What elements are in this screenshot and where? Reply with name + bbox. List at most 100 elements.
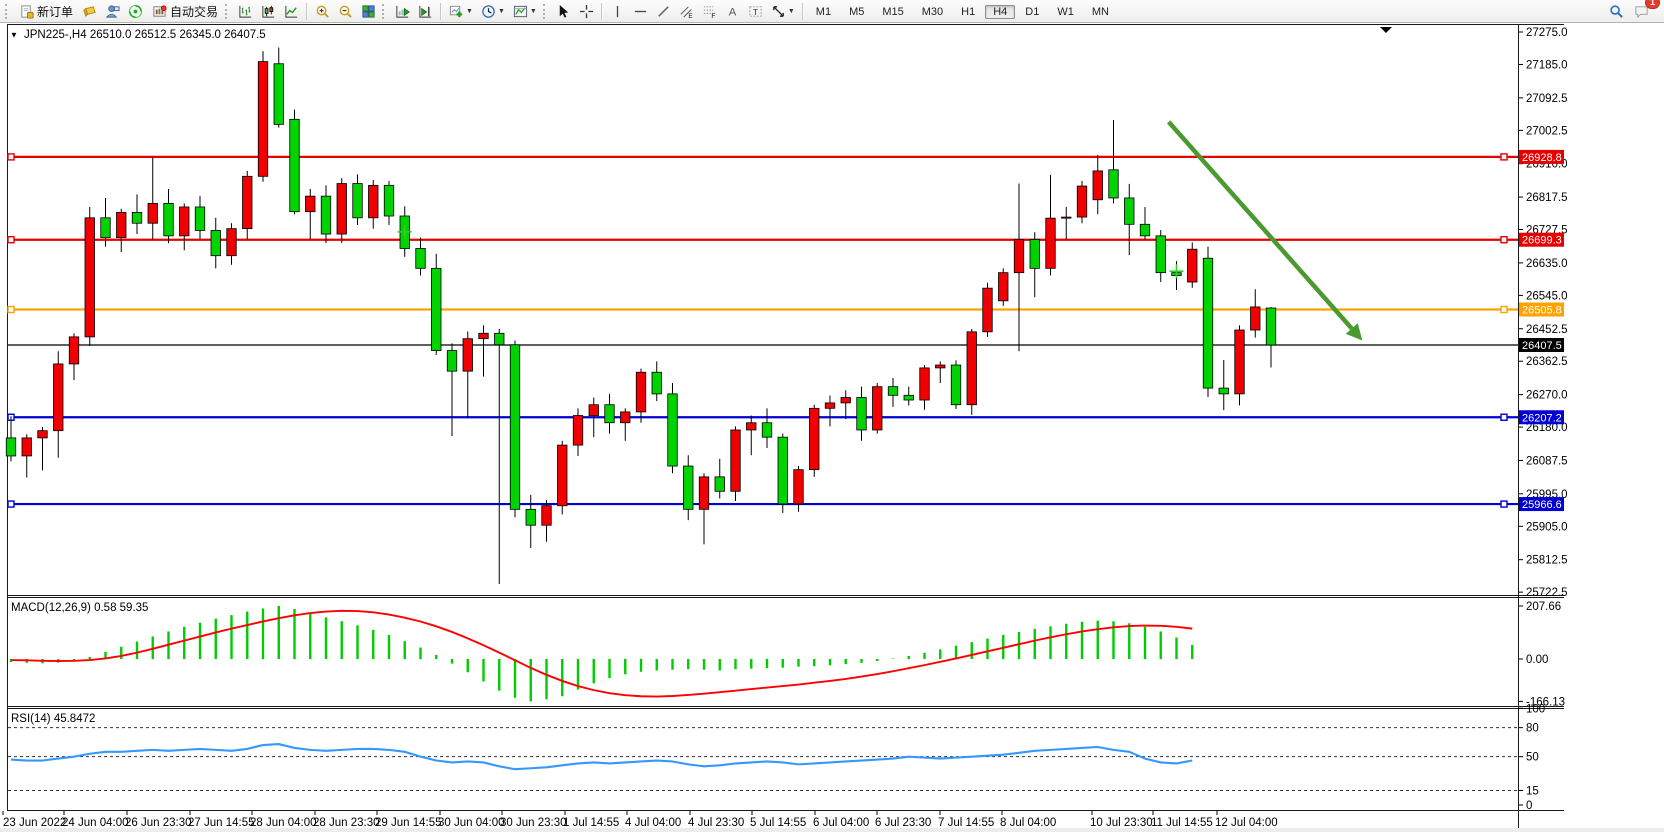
fibonacci-tool-button[interactable]: F [698,0,721,23]
periods-button[interactable]: ▼ [477,0,509,23]
svg-text:26407.5: 26407.5 [1522,340,1562,352]
candle-body [1014,239,1024,272]
one-click-trading-toggle[interactable]: ▼ [10,31,18,40]
auto-scroll-button[interactable] [391,0,414,23]
timeframe-button-m1[interactable]: M1 [808,5,839,19]
dropdown-caret: ▼ [498,8,505,15]
candle-body [195,207,205,230]
dropdown-caret: ▼ [466,8,473,15]
line-handle[interactable] [8,237,14,243]
community-button[interactable] [101,0,124,23]
candle-body [936,365,946,368]
toolbar-grip [5,4,12,19]
candle-body [873,387,883,430]
horizontal-line-tool-button[interactable] [629,0,652,23]
tile-windows-button[interactable] [357,0,380,23]
chart-canvas[interactable]: 27275.027185.027092.527002.526910.026817… [0,22,1664,832]
svg-text:26699.3: 26699.3 [1522,235,1562,247]
line-handle[interactable] [1501,501,1507,507]
market-depth-button[interactable] [78,0,101,23]
svg-text:80: 80 [1526,723,1539,735]
svg-text:0.00: 0.00 [1526,654,1548,666]
notifications-button[interactable]: 1 [1630,0,1653,23]
autotrading-button[interactable]: 自动交易 [147,0,223,23]
candle-body [558,445,568,506]
candle-body [1093,171,1103,200]
candle-body [605,405,615,423]
line-handle[interactable] [1501,154,1507,160]
zoom-in-button[interactable] [311,0,334,23]
timeframe-button-h4[interactable]: H4 [985,5,1015,19]
autotrading-icon [152,4,167,19]
line-chart-mode-button[interactable] [280,0,303,23]
svg-text:100: 100 [1526,703,1545,715]
timeframe-button-d1[interactable]: D1 [1017,5,1047,19]
candle-body [747,423,757,430]
line-handle[interactable] [1501,307,1507,313]
toolbar-grip [543,4,550,19]
rsi-label: RSI(14) 45.8472 [11,713,95,725]
community-person-icon [105,4,120,19]
candle-body [920,368,930,400]
timeframe-button-m5[interactable]: M5 [841,5,872,19]
price-label-box: 26928.8 [1519,150,1564,164]
candle-body [542,506,552,525]
candle-body [1109,170,1119,198]
toolbar-separator [440,3,442,20]
equidistant-channel-tool-button[interactable]: E [675,0,698,23]
bar-chart-mode-button[interactable] [234,0,257,23]
price-label-box: 26505.8 [1519,303,1564,317]
toolbar-grip [382,4,389,19]
toolbar-grip [225,4,232,19]
candle-body [148,203,158,223]
candle-body [369,185,379,217]
price-label-box: 26407.5 [1519,338,1564,352]
timeframe-button-w1[interactable]: W1 [1049,5,1082,19]
candle-body [573,416,583,446]
line-handle[interactable] [1501,414,1507,420]
candle-body [699,477,709,509]
svg-text:T: T [753,6,758,16]
timeframe-button-h1[interactable]: H1 [953,5,983,19]
crosshair-tool-button[interactable] [575,0,598,23]
timeframe-button-m30[interactable]: M30 [914,5,951,19]
fibonacci-icon: F [702,4,717,19]
candle-body [1030,239,1040,268]
candle-body [101,218,111,238]
chart-window[interactable]: 27275.027185.027092.527002.526910.026817… [0,22,1664,832]
candle-body [432,268,442,350]
line-handle[interactable] [8,307,14,313]
candle-chart-mode-button[interactable] [257,0,280,23]
zoom-out-button[interactable] [334,0,357,23]
cursor-tool-button[interactable] [552,0,575,23]
candle-body [227,229,237,256]
candle-body [668,394,678,466]
text-icon: A [725,4,740,19]
text-tool-button[interactable]: A [721,0,744,23]
candle-body [778,437,788,504]
timeframe-button-mn[interactable]: MN [1084,5,1117,19]
vertical-line-tool-button[interactable] [606,0,629,23]
candle-body [762,423,772,437]
trendline-tool-button[interactable] [652,0,675,23]
timeframe-button-m15[interactable]: M15 [874,5,911,19]
candle-body [463,339,473,371]
line-handle[interactable] [1501,237,1507,243]
notification-badge: 1 [1645,0,1660,9]
main-toolbar: 新订单 自动交易 [0,0,1664,23]
price-tick-label: 26362.5 [1526,356,1568,368]
arrows-tool-button[interactable]: ▼ [767,0,799,23]
new-order-button[interactable]: 新订单 [14,0,78,23]
symbol-search-button[interactable] [1605,0,1628,23]
templates-button[interactable]: ▼ [509,0,541,23]
candle-body [1188,249,1198,282]
signals-button[interactable] [124,0,147,23]
line-handle[interactable] [8,501,14,507]
chart-shift-button[interactable] [414,0,437,23]
cursor-arrow-icon [556,4,571,19]
candle-body [636,372,646,412]
indicators-button[interactable]: ▼ [445,0,477,23]
line-handle[interactable] [8,154,14,160]
autotrading-label: 自动交易 [170,3,218,20]
text-label-tool-button[interactable]: T [744,0,767,23]
